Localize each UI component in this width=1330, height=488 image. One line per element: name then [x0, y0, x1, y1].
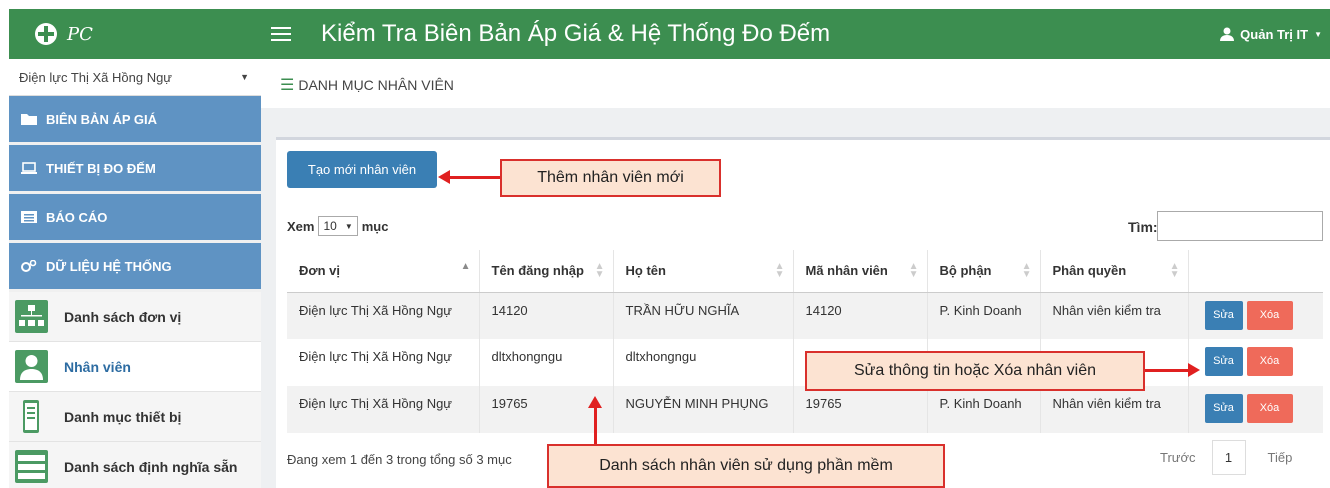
table-row: Điện lực Thị Xã Hồng Ngự 14120 TRẦN HỮU … — [287, 292, 1323, 339]
cell-ten-dang-nhap: 19765 — [479, 386, 614, 433]
device-icon — [23, 400, 39, 433]
cell-actions: Sửa Xóa — [1188, 292, 1323, 339]
caret-down-icon: ▼ — [1314, 29, 1322, 39]
delete-button[interactable]: Xóa — [1246, 300, 1293, 330]
cell-ten-dang-nhap: dltxhongngu — [479, 339, 614, 386]
sidebar-item-label: Danh sách đơn vị — [64, 308, 182, 325]
column-header-ho-ten[interactable]: Họ tên ▲ ▼ — [613, 250, 794, 293]
logo-icon — [35, 23, 57, 45]
edit-button[interactable]: Sửa — [1204, 394, 1243, 423]
menu-item-thiet-bi-do-dem[interactable]: THIẾT BỊ ĐO ĐẾM — [9, 145, 261, 194]
search-label: Tìm: — [1128, 219, 1158, 235]
menu-item-label: BIÊN BẢN ÁP GIÁ — [46, 111, 157, 127]
cell-actions: Sửa Xóa — [1188, 339, 1323, 386]
caret-down-icon: ▼ — [344, 221, 353, 231]
sidebar-item-label: Danh mục thiết bị — [64, 408, 182, 425]
sidebar: PC Điện lực Thị Xã Hồng Ngự ▼ BIÊN BẢN Á… — [9, 9, 261, 488]
table-icon — [15, 450, 48, 483]
page-length-value: 10 — [323, 219, 337, 233]
sidebar-item-nhan-vien[interactable]: Nhân viên — [9, 342, 261, 392]
brand-text: PC — [67, 23, 93, 45]
annotation-add-new: Thêm nhân viên mới — [500, 159, 721, 197]
pagination-page[interactable]: 1 — [1211, 440, 1246, 475]
annotation-list: Danh sách nhân viên sử dụng phần mềm — [547, 444, 945, 488]
sidebar-item-danh-muc-thiet-bi[interactable]: Danh mục thiết bị — [9, 392, 261, 442]
laptop-icon — [21, 162, 37, 174]
column-header-phan-quyen[interactable]: Phân quyền ▲ ▼ — [1040, 250, 1189, 293]
cogs-icon — [21, 260, 37, 272]
list-icon: ☰ — [280, 77, 295, 94]
topbar: Kiểm Tra Biên Bản Áp Giá & Hệ Thống Đo Đ… — [261, 9, 1330, 59]
cell-ho-ten: NGUYỄN MINH PHỤNG — [613, 386, 794, 433]
caret-down-icon: ▼ — [240, 72, 249, 82]
org-chart-icon — [15, 300, 48, 333]
app-title: Kiểm Tra Biên Bản Áp Giá & Hệ Thống Đo Đ… — [321, 20, 831, 47]
cell-don-vi: Điện lực Thị Xã Hồng Ngự — [287, 386, 480, 433]
edit-button[interactable]: Sửa — [1204, 300, 1243, 330]
show-suffix: mục — [361, 218, 389, 234]
table-row: Điện lực Thị Xã Hồng Ngự 19765 NGUYỄN MI… — [287, 386, 1323, 433]
user-icon — [15, 350, 48, 383]
column-header-actions — [1188, 250, 1323, 293]
search-input[interactable] — [1157, 211, 1323, 241]
annotation-edit-delete: Sửa thông tin hoặc Xóa nhân viên — [805, 351, 1145, 391]
menu-item-bien-ban-ap-gia[interactable]: BIÊN BẢN ÁP GIÁ — [9, 96, 261, 145]
cell-ho-ten: TRẦN HỮU NGHĨA — [613, 292, 794, 339]
menu-item-label: DỮ LIỆU HỆ THỐNG — [46, 258, 172, 274]
page-title: DANH MỤC NHÂN VIÊN — [298, 77, 454, 93]
sidebar-item-label: Nhân viên — [64, 358, 131, 375]
cell-actions: Sửa Xóa — [1188, 386, 1323, 433]
menu-item-bao-cao[interactable]: BÁO CÁO — [9, 194, 261, 243]
page-length-select[interactable]: 10 ▼ — [318, 216, 358, 236]
sidebar-item-danh-sach-dinh-nghia-san[interactable]: Danh sách định nghĩa sẵn — [9, 442, 261, 488]
column-header-ten-dang-nhap[interactable]: Tên đăng nhập ▲ ▼ — [479, 250, 614, 293]
cell-phan-quyen: Nhân viên kiểm tra — [1040, 386, 1189, 433]
cell-don-vi: Điện lực Thị Xã Hồng Ngự — [287, 339, 480, 386]
table-header-row: Đơn vị ▲ Tên đăng nhập ▲ ▼ Họ tên ▲ ▼ Mã nhân… — [287, 250, 1323, 293]
cell-bo-phan: P. Kinh Doanh — [927, 292, 1041, 339]
menu-item-label: THIẾT BỊ ĐO ĐẾM — [46, 160, 156, 176]
menu-item-label: BÁO CÁO — [46, 209, 108, 225]
cell-phan-quyen: Nhân viên kiểm tra — [1040, 292, 1189, 339]
cell-ten-dang-nhap: 14120 — [479, 292, 614, 339]
column-header-ma-nhan-vien[interactable]: Mã nhân viên ▲ ▼ — [793, 250, 928, 293]
cell-ho-ten: dltxhongngu — [613, 339, 794, 386]
delete-button[interactable]: Xóa — [1246, 394, 1293, 423]
annotation-arrow-list-line — [594, 406, 597, 444]
pagination-next[interactable]: Tiếp — [1268, 450, 1293, 465]
cell-don-vi: Điện lực Thị Xã Hồng Ngự — [287, 292, 480, 339]
show-label: Xem — [287, 218, 315, 234]
hamburger-menu-icon[interactable] — [271, 27, 291, 41]
sidebar-item-danh-sach-don-vi[interactable]: Danh sách đơn vị — [9, 292, 261, 342]
cell-bo-phan: P. Kinh Doanh — [927, 386, 1041, 433]
edit-button[interactable]: Sửa — [1204, 347, 1243, 376]
delete-button[interactable]: Xóa — [1246, 347, 1293, 376]
annotation-arrow-edit-head — [1188, 363, 1200, 377]
cell-ma-nhan-vien: 19765 — [793, 386, 928, 433]
user-name: Quản Trị IT — [1240, 26, 1309, 42]
pagination-prev[interactable]: Trước — [1160, 450, 1196, 465]
cell-ma-nhan-vien: 14120 — [793, 292, 928, 339]
user-icon — [1220, 27, 1235, 41]
unit-select-value: Điện lực Thị Xã Hồng Ngự — [19, 69, 173, 85]
annotation-arrow-add-line — [448, 176, 500, 179]
list-alt-icon — [21, 211, 37, 223]
table-info: Đang xem 1 đến 3 trong tổng số 3 mục — [287, 452, 512, 467]
menu-item-du-lieu-he-thong[interactable]: DỮ LIỆU HỆ THỐNG — [9, 243, 261, 292]
employee-table: Đơn vị ▲ Tên đăng nhập ▲ ▼ Họ tên ▲ ▼ Mã nhân… — [287, 250, 1323, 433]
page-header: ☰ DANH MỤC NHÂN VIÊN — [280, 75, 454, 95]
column-header-bo-phan[interactable]: Bộ phận ▲ ▼ — [927, 250, 1041, 293]
unit-select[interactable]: Điện lực Thị Xã Hồng Ngự ▼ — [9, 59, 261, 96]
create-employee-button[interactable]: Tạo mới nhân viên — [287, 151, 437, 188]
page-length-control: Xem 10 ▼ mục — [287, 216, 388, 236]
user-menu[interactable]: Quản Trị IT ▼ — [1220, 9, 1322, 59]
pagination: Trước 1 Tiếp — [1160, 440, 1292, 475]
folder-icon — [21, 114, 37, 125]
column-header-don-vi[interactable]: Đơn vị ▲ — [287, 250, 480, 293]
annotation-arrow-edit-line — [1145, 369, 1189, 372]
sidebar-item-label: Danh sách định nghĩa sẵn — [64, 458, 238, 475]
brand[interactable]: PC — [9, 9, 261, 59]
